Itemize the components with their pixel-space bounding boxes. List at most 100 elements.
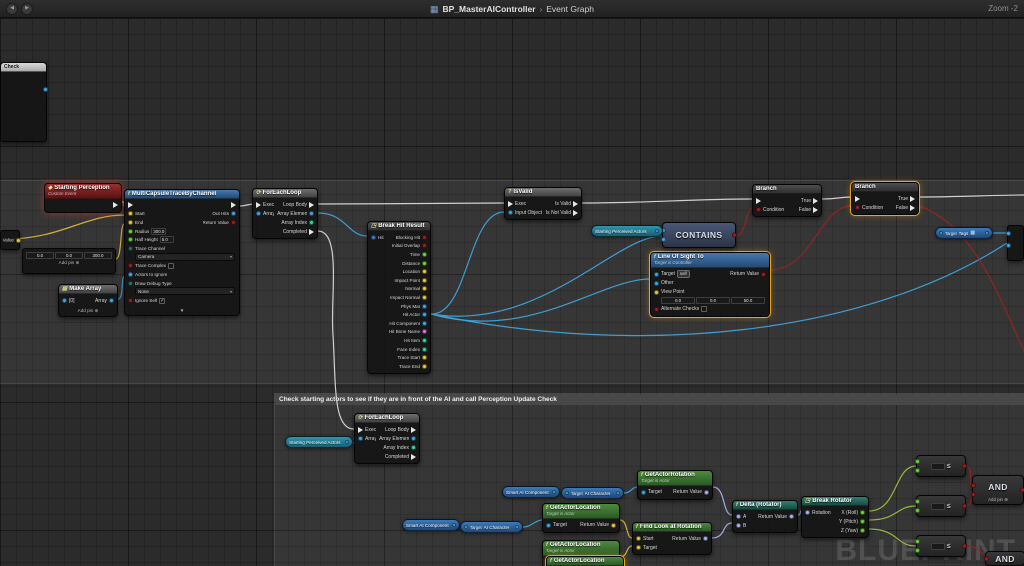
hit-pin[interactable] [371,235,376,240]
trace-start-pin[interactable] [422,355,427,360]
node-smart-ai-component-2[interactable]: Smart AI Component [402,519,460,531]
node-compare-2[interactable]: ≤ [916,495,966,517]
checkbox[interactable] [168,263,174,269]
self-tag[interactable]: self [677,270,690,278]
output-pin[interactable] [345,440,349,444]
node-vector-literal[interactable]: 0.00.0300.0Add pin ⊕ [22,248,116,274]
node-header[interactable]: ◳Break Rotator [802,497,868,506]
node-header[interactable]: ◆Starting PerceptionCustom Event [45,184,121,199]
output-pin[interactable] [515,525,519,529]
node-break-hit-result[interactable]: ◳Break Hit ResultHitBlocking HitInitial … [367,221,431,374]
input-pin[interactable] [915,499,920,504]
trace-channel-dropdown[interactable]: Camera▾ [135,253,235,261]
add-pin-button[interactable]: Add pin ⊕ [973,497,1023,503]
node-line-of-sight-to[interactable]: fLine Of Sight ToTarget is ControllerTar… [650,252,770,317]
node-starting-perceived-actors-2[interactable]: Starting Perceived Actors [285,436,353,448]
initial-overlap-pin[interactable] [422,243,427,248]
back-button[interactable]: ◀ [6,3,18,15]
value-input[interactable]: 5.0 [160,236,174,243]
add-pin-button[interactable]: Add pin ⊕ [59,307,117,316]
value-input[interactable]: 300.0 [151,228,166,235]
return-value-pin[interactable] [611,523,616,528]
node-header[interactable]: fGetActorLocation [547,557,623,566]
trace-end-pin[interactable] [422,364,427,369]
a-pin[interactable] [736,514,741,519]
exec-pin[interactable] [256,202,261,208]
value-out-pin[interactable] [16,238,21,243]
input-pin[interactable] [915,468,920,473]
array-pin[interactable] [109,298,114,303]
false-pin[interactable] [910,205,915,211]
location-pin[interactable] [422,269,427,274]
false-pin[interactable] [813,207,818,213]
z-yaw-pin[interactable] [860,528,865,533]
graph-title[interactable]: Event Graph [546,4,594,14]
output-pin[interactable] [962,504,967,509]
node-header[interactable]: Branch [753,185,821,194]
node-get-actor-rotation[interactable]: fGetActorRotationTarget is ActorTargetRe… [637,470,713,500]
view-point-vector-input[interactable]: 0.00.050.0 [661,297,765,304]
node-foreach-loop-2[interactable]: ⟳ForEachLoopExecLoop BodyArrayArray Elem… [354,413,420,464]
end-pin[interactable] [128,220,133,225]
node-header[interactable]: fGetActorLocationTarget is Actor [543,504,619,519]
return-value-pin[interactable] [761,272,766,277]
array-pin[interactable] [256,211,261,216]
value-input[interactable] [931,463,945,470]
hit-bone-name-pin[interactable] [422,329,427,334]
input-pin[interactable] [984,556,989,561]
asset-title[interactable]: BP_MasterAIController [443,4,536,14]
vector-component-input[interactable]: 300.0 [84,252,112,259]
target-pin[interactable] [546,523,551,528]
half-height-pin[interactable] [128,237,133,242]
node-header[interactable]: Check [1,63,46,72]
exec-in-pin[interactable] [128,202,133,208]
hit-component-pin[interactable] [422,321,427,326]
node-starting-perception[interactable]: ◆Starting PerceptionCustom Event [44,183,122,213]
node-branch-1[interactable]: BranchTrueConditionFalse [752,184,822,217]
true-pin[interactable] [813,198,818,204]
node-get-actor-location-1[interactable]: fGetActorLocationTarget is ActorTargetRe… [542,503,620,533]
node-header[interactable]: fLine Of Sight ToTarget is Controller [651,253,769,268]
node-header[interactable]: Branch [852,183,918,192]
trace-complex-pin[interactable] [128,263,133,268]
value-input[interactable] [931,543,945,550]
vector-component-input[interactable]: 50.0 [731,297,765,304]
actors-to-ignore-pin[interactable] [128,272,133,277]
output-pin[interactable] [985,231,989,235]
view-point-pin[interactable] [654,290,659,295]
node-header[interactable]: fDelta (Rotator) [733,501,797,510]
node-is-valid[interactable]: ?IsValidExecIs ValidInput ObjectIs Not V… [504,187,582,220]
array-element-pin[interactable] [411,436,416,441]
array-pin[interactable] [358,436,363,441]
y-pitch-pin[interactable] [860,519,865,524]
input-pin[interactable] [915,459,920,464]
rotation-pin[interactable] [805,510,810,515]
is-valid-pin[interactable] [573,201,578,207]
vector-component-input[interactable]: 0.0 [696,297,730,304]
impact-point-pin[interactable] [422,278,427,283]
node-and-2[interactable]: AND [985,551,1024,566]
target-in-pin[interactable] [565,491,569,495]
node-corner-check[interactable]: Check [0,62,47,142]
node-ai-character-1[interactable]: TargetAI Character [561,487,624,499]
node-left-value[interactable]: Value [0,230,20,250]
node-header[interactable]: ▤Make Array [59,285,117,294]
array-element-pin[interactable] [309,211,314,216]
start-pin[interactable] [128,211,133,216]
impact-normal-pin[interactable] [422,295,427,300]
value-input[interactable] [931,503,945,510]
distance-pin[interactable] [422,261,427,266]
draw-debug-type-pin[interactable] [128,281,133,286]
collapse-arrow-icon[interactable]: ▼ [125,307,239,315]
phys-mat-pin[interactable] [422,304,427,309]
output-pin[interactable] [962,464,967,469]
node-find-look-at-rotation[interactable]: fFind Look at RotationStartReturn ValueT… [632,522,712,555]
0-pin[interactable] [62,298,67,303]
input-pin[interactable] [915,508,920,513]
checkbox[interactable] [701,306,707,312]
exec-in-pin[interactable] [855,196,860,202]
output-pin[interactable] [962,544,967,549]
vector-component-input[interactable]: 0.0 [55,252,83,259]
node-contains[interactable]: CONTAINS [662,222,736,248]
normal-pin[interactable] [422,286,427,291]
